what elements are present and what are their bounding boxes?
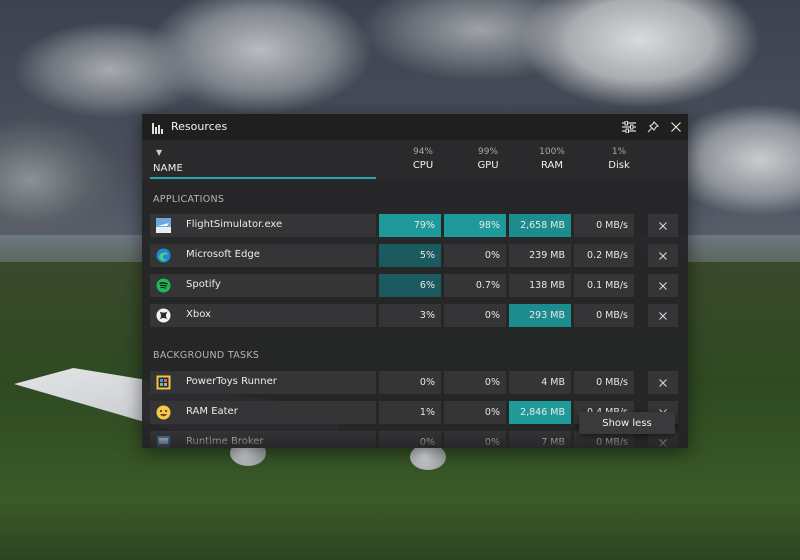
gpu-value: 0% (444, 371, 506, 394)
ram-value: 2,846 MB (509, 401, 571, 424)
section-background-tasks: BACKGROUND TASKS (153, 350, 260, 361)
gpu-value: 98% (444, 214, 506, 237)
app-name: RAM Eater (186, 406, 238, 417)
table-row[interactable]: Xbox 3% 0% 293 MB 0 MB/s (150, 304, 678, 327)
process-list[interactable]: APPLICATIONS FlightSimulator.exe 79% 98%… (142, 180, 688, 448)
close-icon (671, 122, 681, 132)
table-row[interactable]: Microsoft Edge 5% 0% 239 MB 0.2 MB/s (150, 244, 678, 267)
ram-value: 2,658 MB (509, 214, 571, 237)
section-applications: APPLICATIONS (153, 194, 225, 205)
spotify-icon (156, 278, 171, 293)
gpu-value: 0% (444, 244, 506, 267)
table-row[interactable]: PowerToys Runner 0% 0% 4 MB 0 MB/s (150, 371, 678, 394)
cpu-value: 79% (379, 214, 441, 237)
end-task-button[interactable] (648, 304, 678, 327)
edge-icon (156, 248, 171, 263)
app-name: Xbox (186, 309, 211, 320)
cpu-value: 1% (379, 401, 441, 424)
app-name: PowerToys Runner (186, 376, 277, 387)
end-task-button[interactable] (648, 274, 678, 297)
gpu-total: 99% (477, 147, 498, 157)
close-icon (659, 438, 667, 447)
cpu-value: 5% (379, 244, 441, 267)
disk-total: 1% (611, 147, 627, 157)
sort-arrow-icon[interactable]: ▼ (156, 148, 162, 157)
ram-value: 7 MB (509, 431, 571, 448)
bar-chart-icon (152, 120, 165, 139)
row-name-cell[interactable]: Spotify (150, 274, 376, 297)
show-less-button[interactable]: Show less (579, 412, 675, 434)
row-name-cell[interactable]: Microsoft Edge (150, 244, 376, 267)
pin-button[interactable] (644, 118, 662, 136)
title-bar[interactable]: Resources (142, 114, 688, 140)
powertoys-icon (156, 375, 171, 390)
gpu-value: 0% (444, 304, 506, 327)
app-name: Spotify (186, 279, 221, 290)
runtime-broker-icon (156, 435, 171, 448)
gpu-value: 0.7% (444, 274, 506, 297)
close-icon (659, 221, 667, 230)
ram-total: 100% (539, 147, 565, 157)
table-row[interactable]: FlightSimulator.exe 79% 98% 2,658 MB 0 M… (150, 214, 678, 237)
sort-underline (150, 177, 376, 179)
row-name-cell[interactable]: RAM Eater (150, 401, 376, 424)
end-task-button[interactable] (648, 214, 678, 237)
disk-value: 0 MB/s (574, 214, 634, 237)
ram-label: RAM (540, 160, 563, 171)
close-icon (659, 281, 667, 290)
smiley-icon (156, 405, 171, 420)
column-gpu[interactable]: 99% GPU (458, 147, 518, 171)
resources-panel: Resources ▼ NAME 94% CPU 99% GPU 100% RA… (142, 114, 688, 448)
row-name-cell[interactable]: PowerToys Runner (150, 371, 376, 394)
app-name: Runtime Broker (186, 436, 264, 447)
disk-value: 0 MB/s (574, 304, 634, 327)
column-name[interactable]: NAME (153, 163, 183, 174)
table-row[interactable]: Spotify 6% 0.7% 138 MB 0.1 MB/s (150, 274, 678, 297)
gpu-value: 0% (444, 401, 506, 424)
sliders-icon (622, 121, 636, 133)
cpu-value: 0% (379, 371, 441, 394)
ram-value: 293 MB (509, 304, 571, 327)
disk-value: 0.2 MB/s (574, 244, 634, 267)
ram-value: 4 MB (509, 371, 571, 394)
cpu-total: 94% (412, 147, 433, 157)
close-icon (659, 378, 667, 387)
cpu-value: 3% (379, 304, 441, 327)
disk-value: 0 MB/s (574, 371, 634, 394)
panel-title: Resources (171, 120, 228, 133)
disk-label: Disk (608, 160, 630, 171)
ram-value: 239 MB (509, 244, 571, 267)
cpu-value: 6% (379, 274, 441, 297)
app-name: FlightSimulator.exe (186, 219, 283, 230)
row-name-cell[interactable]: Xbox (150, 304, 376, 327)
column-header-bar: ▼ NAME 94% CPU 99% GPU 100% RAM 1% Disk (142, 140, 688, 180)
column-ram[interactable]: 100% RAM (522, 147, 582, 171)
gpu-label: GPU (477, 160, 499, 171)
column-cpu[interactable]: 94% CPU (393, 147, 453, 171)
end-task-button[interactable] (648, 244, 678, 267)
cpu-value: 0% (379, 431, 441, 448)
close-icon (659, 311, 667, 320)
row-name-cell[interactable]: Runtime Broker (150, 431, 376, 448)
cpu-label: CPU (412, 160, 434, 171)
gpu-value: 0% (444, 431, 506, 448)
column-disk[interactable]: 1% Disk (589, 147, 649, 171)
xbox-icon (156, 308, 171, 323)
settings-button[interactable] (620, 118, 638, 136)
ram-value: 138 MB (509, 274, 571, 297)
close-button[interactable] (667, 118, 685, 136)
app-name: Microsoft Edge (186, 249, 260, 260)
flight-simulator-icon (156, 218, 171, 233)
disk-value: 0.1 MB/s (574, 274, 634, 297)
pin-icon (647, 121, 659, 133)
close-icon (659, 251, 667, 260)
end-task-button[interactable] (648, 371, 678, 394)
row-name-cell[interactable]: FlightSimulator.exe (150, 214, 376, 237)
